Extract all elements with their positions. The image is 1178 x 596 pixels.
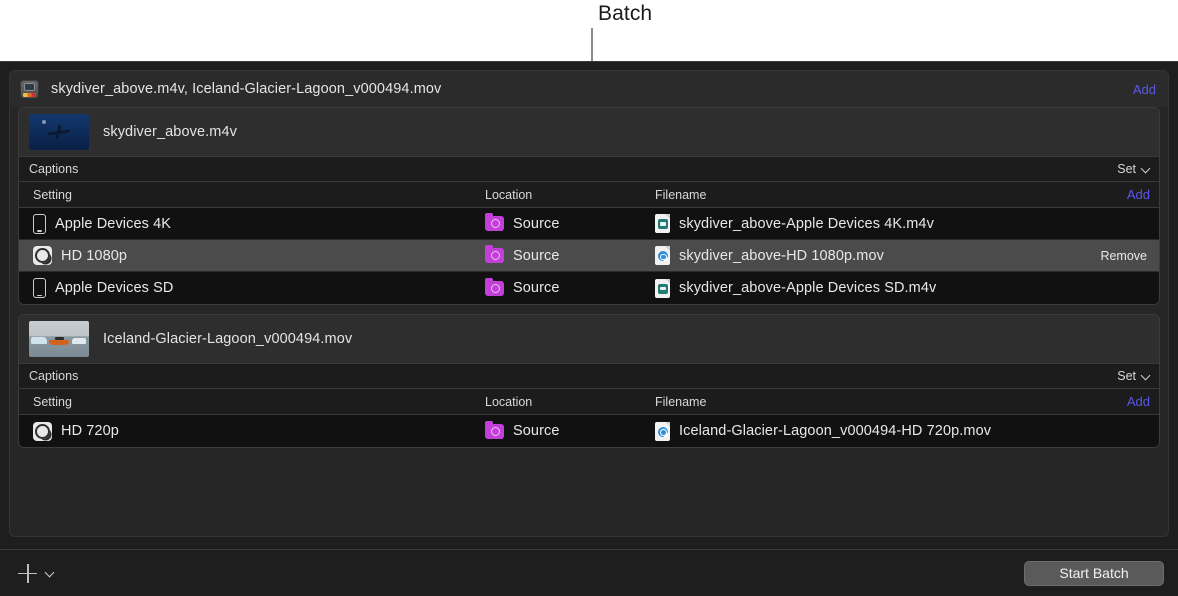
job-item: skydiver_above.m4v Captions Set Setting …: [18, 107, 1160, 305]
setting-label: Apple Devices SD: [55, 280, 173, 296]
m4v-document-icon: [655, 214, 670, 233]
start-batch-button[interactable]: Start Batch: [1024, 561, 1164, 586]
skydiver-sky-thumbnail: [29, 114, 89, 150]
purple-folder-icon: [485, 424, 504, 439]
column-header-filename: Filename: [655, 395, 706, 409]
captions-label: Captions: [29, 162, 1117, 176]
location-label: Source: [513, 423, 560, 439]
chevron-down-icon: [1142, 165, 1150, 173]
batch-area: skydiver_above.m4v, Iceland-Glacier-Lago…: [9, 70, 1169, 537]
bottom-toolbar: Start Batch: [0, 549, 1178, 596]
purple-folder-icon: [485, 281, 504, 296]
batch-add-button[interactable]: Add: [1133, 82, 1156, 97]
cell-setting: HD 720p: [33, 422, 119, 441]
column-header-row: Setting Location Filename Add: [19, 182, 1159, 208]
remove-button[interactable]: Remove: [1100, 249, 1147, 263]
purple-folder-icon: [485, 248, 504, 263]
filename-label: Iceland-Glacier-Lagoon_v000494-HD 720p.m…: [679, 423, 991, 439]
setting-label: Apple Devices 4K: [55, 216, 171, 232]
cell-filename: skydiver_above-HD 1080p.mov: [655, 246, 884, 265]
job-add-output-button[interactable]: Add: [1127, 394, 1150, 409]
m4v-document-icon: [655, 279, 670, 298]
filename-label: skydiver_above-HD 1080p.mov: [679, 248, 884, 264]
job-title: Iceland-Glacier-Lagoon_v000494.mov: [103, 331, 352, 347]
apple-device-icon: [33, 278, 46, 298]
location-label: Source: [513, 216, 560, 232]
mov-document-icon: [655, 246, 670, 265]
compressor-window: skydiver_above.m4v, Iceland-Glacier-Lago…: [0, 61, 1178, 596]
mov-document-icon: [655, 422, 670, 441]
callout-label: Batch: [598, 2, 652, 26]
job-header[interactable]: Iceland-Glacier-Lagoon_v000494.mov: [19, 315, 1159, 363]
captions-row: Captions Set: [19, 156, 1159, 182]
table-row[interactable]: Apple Devices SD Source skydiver_above-A…: [19, 272, 1159, 304]
captions-set-button[interactable]: Set: [1117, 162, 1150, 176]
job-title: skydiver_above.m4v: [103, 124, 237, 140]
filename-label: skydiver_above-Apple Devices 4K.m4v: [679, 216, 934, 232]
captions-label: Captions: [29, 369, 1117, 383]
glacier-lagoon-thumbnail: [29, 321, 89, 357]
quicktime-setting-icon: [33, 422, 52, 441]
column-header-location: Location: [485, 395, 532, 409]
compressor-app-icon: [20, 80, 39, 99]
captions-set-label: Set: [1117, 162, 1136, 176]
captions-row: Captions Set: [19, 363, 1159, 389]
cell-location[interactable]: Source: [485, 216, 560, 232]
table-row[interactable]: HD 1080p Source skydiver_above-HD 1080p.…: [19, 240, 1159, 272]
column-header-location: Location: [485, 188, 532, 202]
chevron-down-icon: [1142, 372, 1150, 380]
cell-setting: Apple Devices SD: [33, 278, 173, 298]
batch-header[interactable]: skydiver_above.m4v, Iceland-Glacier-Lago…: [10, 71, 1168, 107]
plus-icon: [18, 564, 37, 583]
column-header-setting: Setting: [33, 395, 72, 409]
cell-filename: Iceland-Glacier-Lagoon_v000494-HD 720p.m…: [655, 422, 991, 441]
job-header[interactable]: skydiver_above.m4v: [19, 108, 1159, 156]
column-header-filename: Filename: [655, 188, 706, 202]
location-label: Source: [513, 248, 560, 264]
cell-filename: skydiver_above-Apple Devices SD.m4v: [655, 279, 936, 298]
screenshot-root: Batch skydiver_above.m4v, Iceland-Glacie…: [0, 0, 1178, 596]
purple-folder-icon: [485, 216, 504, 231]
cell-filename: skydiver_above-Apple Devices 4K.m4v: [655, 214, 934, 233]
column-header-setting: Setting: [33, 188, 72, 202]
setting-label: HD 1080p: [61, 248, 127, 264]
batch-title: skydiver_above.m4v, Iceland-Glacier-Lago…: [51, 81, 1133, 97]
column-header-row: Setting Location Filename Add: [19, 389, 1159, 415]
cell-location[interactable]: Source: [485, 280, 560, 296]
table-row[interactable]: Apple Devices 4K Source skydiver_above-A…: [19, 208, 1159, 240]
captions-set-button[interactable]: Set: [1117, 369, 1150, 383]
filename-label: skydiver_above-Apple Devices SD.m4v: [679, 280, 936, 296]
cell-location[interactable]: Source: [485, 423, 560, 439]
location-label: Source: [513, 280, 560, 296]
quicktime-setting-icon: [33, 246, 52, 265]
cell-setting: Apple Devices 4K: [33, 214, 171, 234]
job-item: Iceland-Glacier-Lagoon_v000494.mov Capti…: [18, 314, 1160, 448]
job-add-output-button[interactable]: Add: [1127, 187, 1150, 202]
chevron-down-icon: [46, 569, 54, 577]
add-menu-button[interactable]: [18, 564, 54, 583]
cell-location[interactable]: Source: [485, 248, 560, 264]
cell-setting: HD 1080p: [33, 246, 127, 265]
captions-set-label: Set: [1117, 369, 1136, 383]
setting-label: HD 720p: [61, 423, 119, 439]
table-row[interactable]: HD 720p Source Iceland-Glacier-Lagoon_v0…: [19, 415, 1159, 447]
apple-device-icon: [33, 214, 46, 234]
